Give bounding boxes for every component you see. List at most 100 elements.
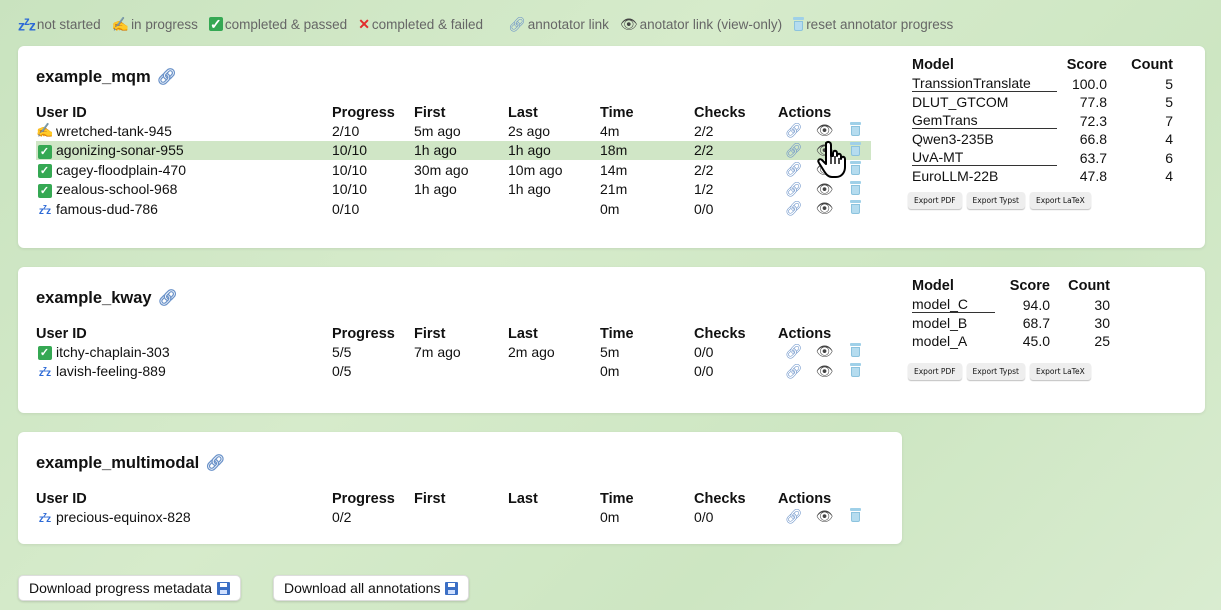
export-latex-button[interactable]: Export LaTeX: [1029, 192, 1091, 209]
annotator-link-icon[interactable]: 🔗︎: [778, 122, 809, 139]
last-cell: 1h ago: [508, 140, 600, 160]
header-last: Last: [508, 491, 538, 507]
last-cell: 10m ago: [508, 161, 563, 178]
table-row: zzz lavish-feeling-889 0/5 0m 0/0 🔗︎ 👁︎: [36, 362, 871, 382]
score-cell: 63.7: [1079, 149, 1107, 166]
score-row: model_A 45.0 25: [912, 331, 1110, 349]
user-id-cell: zzz lavish-feeling-889: [38, 363, 166, 380]
count-cell: 30: [1094, 296, 1110, 313]
reset-progress-button[interactable]: [840, 180, 871, 198]
header-progress: Progress: [332, 105, 395, 121]
header-score: Score: [1066, 56, 1107, 73]
user-id-cell: ✓ cagey-floodplain-470: [36, 161, 332, 179]
export-typst-button[interactable]: Export Typst: [966, 192, 1025, 209]
user-id-cell: ✓ itchy-chaplain-303: [36, 343, 332, 361]
view-only-link-icon[interactable]: 👁︎: [809, 363, 840, 380]
download-metadata-button[interactable]: Download progress metadata: [18, 575, 241, 601]
progress-cell: 0/10: [332, 200, 360, 217]
count-cell: 5: [1165, 94, 1173, 110]
score-cell: 47.8: [1079, 168, 1107, 184]
reset-progress-button[interactable]: [840, 200, 871, 217]
writing-hand-icon: ✍: [36, 122, 54, 139]
header-checks: Checks: [694, 491, 746, 507]
checks-cell: 0/0: [694, 343, 714, 360]
campaign-link-icon[interactable]: 🔗︎: [158, 288, 178, 308]
score-cell: 77.8: [1079, 94, 1107, 110]
export-latex-button[interactable]: Export LaTeX: [1029, 363, 1091, 380]
view-only-link-icon[interactable]: 👁︎: [809, 343, 840, 360]
annotator-link-icon[interactable]: 🔗︎: [778, 200, 809, 217]
first-cell: [414, 507, 508, 527]
reset-progress-button[interactable]: [840, 343, 871, 360]
wastebasket-icon: [850, 141, 861, 156]
wastebasket-icon: [850, 180, 861, 195]
wastebasket-icon: [850, 161, 861, 176]
progress-cell: 0/2: [332, 508, 352, 525]
view-only-link-icon[interactable]: 👁︎: [809, 200, 840, 217]
annotator-link-icon[interactable]: 🔗︎: [778, 181, 809, 198]
campaign-title: example_multimodal 🔗︎: [36, 453, 226, 473]
score-cell: 45.0: [1022, 333, 1050, 349]
export-pdf-button[interactable]: Export PDF: [908, 363, 962, 380]
time-cell: 0m: [600, 508, 620, 525]
score-cell: 100.0: [1071, 75, 1107, 92]
checks-cell: 1/2: [694, 181, 714, 198]
user-table-header: User ID Progress First Last Time Checks Action…: [36, 102, 871, 121]
user-id-cell: zzz precious-equinox-828: [38, 508, 191, 525]
annotator-link-icon[interactable]: 🔗︎: [778, 508, 809, 525]
model-cell: model_B: [912, 315, 968, 331]
checks-cell: 2/2: [694, 122, 714, 139]
header-user: User ID: [36, 491, 87, 507]
user-id-cell: ✓ zealous-school-968: [36, 181, 332, 198]
view-only-link-icon[interactable]: 👁︎: [809, 181, 840, 198]
download-annotations-button[interactable]: Download all annotations: [273, 575, 470, 601]
header-time: Time: [600, 326, 634, 342]
header-user: User ID: [36, 105, 87, 121]
score-row: DLUT_GTCOM 77.8 5: [912, 92, 1173, 110]
campaign-card-kway: example_kway 🔗︎ User ID Progress First Last T…: [18, 267, 1205, 413]
model-cell: UvA-MT: [912, 147, 1057, 166]
annotator-link-icon[interactable]: 🔗︎: [778, 142, 809, 159]
annotator-link-icon[interactable]: 🔗︎: [778, 343, 809, 360]
floppy-disk-icon: [216, 581, 230, 595]
model-cell: model_A: [912, 333, 968, 349]
annotator-link-icon[interactable]: 🔗︎: [778, 363, 809, 380]
view-only-link-icon[interactable]: 👁︎: [809, 122, 840, 139]
annotator-link-icon[interactable]: 🔗︎: [778, 161, 809, 178]
model-cell: model_C: [912, 294, 995, 313]
model-cell: Qwen3-235B: [912, 131, 994, 147]
reset-progress-button[interactable]: [840, 508, 871, 525]
first-cell: 7m ago: [414, 343, 461, 360]
last-cell: [508, 362, 600, 382]
header-count: Count: [1131, 56, 1173, 73]
legend-in-progress: ✍ in progress: [111, 15, 198, 32]
actions-cell: 🔗︎ 👁︎: [778, 122, 871, 139]
export-pdf-button[interactable]: Export PDF: [908, 192, 962, 209]
hand-pointer-cursor-icon: [817, 140, 846, 178]
checks-cell: 2/2: [694, 140, 778, 160]
campaign-link-icon[interactable]: 🔗︎: [157, 67, 177, 87]
first-cell: [414, 362, 508, 382]
reset-progress-button[interactable]: [840, 362, 871, 380]
reset-progress-button[interactable]: [840, 122, 871, 139]
user-table: User ID Progress First Last Time Checks Action…: [36, 488, 871, 527]
checks-cell: 2/2: [694, 161, 714, 178]
zzz-icon: zzz: [18, 14, 36, 34]
view-only-link-icon[interactable]: 👁︎: [809, 508, 840, 525]
score-row: model_C 94.0 30: [912, 294, 1110, 313]
time-cell: 4m: [600, 122, 620, 139]
header-model: Model: [912, 277, 954, 294]
first-cell: [414, 199, 508, 219]
score-row: UvA-MT 63.7 6: [912, 147, 1173, 166]
legend-completed-failed: ✕ completed & failed: [358, 15, 483, 32]
score-cell: 68.7: [1022, 315, 1050, 331]
first-cell: 5m ago: [414, 122, 461, 139]
export-typst-button[interactable]: Export Typst: [966, 363, 1025, 380]
score-row: model_B 68.7 30: [912, 313, 1110, 331]
header-last: Last: [508, 105, 538, 121]
campaign-link-icon[interactable]: 🔗︎: [205, 453, 225, 473]
user-table-header: User ID Progress First Last Time Checks Action…: [36, 488, 871, 507]
score-row: TranssionTranslate 100.0 5: [912, 73, 1173, 92]
score-table: Model Score Count TranssionTranslate 100…: [912, 56, 1173, 184]
wastebasket-icon: [850, 508, 861, 523]
